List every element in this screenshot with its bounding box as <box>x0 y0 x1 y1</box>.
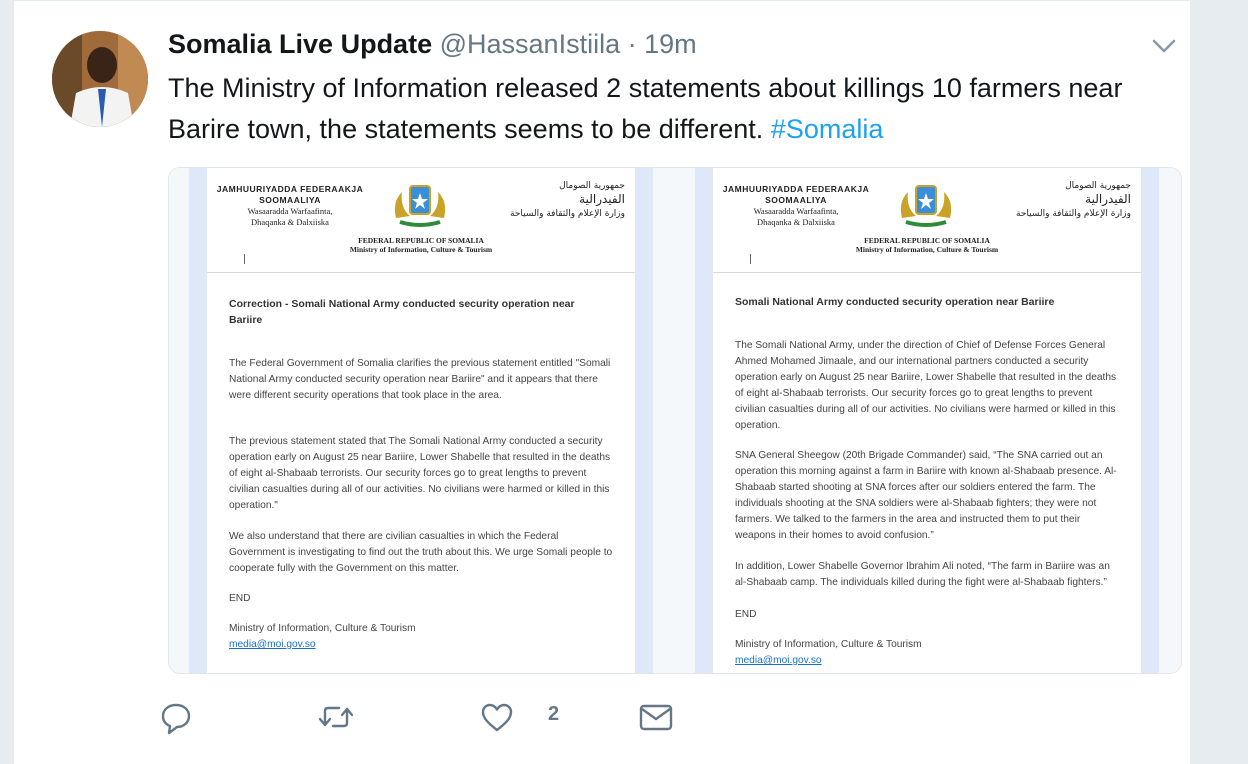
like-button[interactable] <box>480 697 514 737</box>
letterhead-line: Dhaqanka & Dalxiiska <box>251 217 329 227</box>
tweet-card[interactable]: Somalia Live Update @HassanIstiila · 19m… <box>14 0 1190 754</box>
heart-icon <box>480 697 514 737</box>
letterhead-line: FEDERAL REPUBLIC OF SOMALIA <box>864 236 990 245</box>
letterhead-line: جمهورية الصومال <box>559 181 625 191</box>
letterhead-line: Ministry of Information, Culture & Touri… <box>855 245 999 254</box>
retweet-icon <box>316 697 356 737</box>
avatar[interactable] <box>52 31 148 127</box>
letterhead-line: وزارة الإعلام والثقافة والسياحة <box>1016 209 1131 219</box>
doc-margin <box>189 168 207 673</box>
like-count: 2 <box>548 703 560 725</box>
tweet-body: The Ministry of Information released 2 s… <box>168 73 1123 144</box>
letterhead-arabic: جمهورية الصومال الفيدرالية وزارة الإعلام… <box>475 180 625 221</box>
envelope-icon <box>638 697 674 737</box>
statement-paragraph: The Somali National Army, under the dire… <box>735 340 1117 431</box>
letterhead-line: JAMHUURIYADDA FEDERAAKJA <box>216 184 364 194</box>
coat-of-arms-icon <box>896 180 956 230</box>
letterhead-somali: JAMHUURIYADDA FEDERAAKJA SOOMAALIYA Wasa… <box>215 184 365 228</box>
letterhead-line: جمهورية الصومال <box>1065 181 1131 191</box>
statement-title: Somali National Army conducted security … <box>735 296 1055 308</box>
tweet-actions: 2 <box>14 697 1190 737</box>
letterhead-line: الفيدرالية <box>579 192 625 206</box>
direct-message-button[interactable] <box>638 697 674 737</box>
letterhead-line: SOOMAALIYA <box>765 195 827 205</box>
letterhead-english: FEDERAL REPUBLIC OF SOMALIA Ministry of … <box>207 236 635 254</box>
reply-icon <box>160 697 192 737</box>
letterhead-line: Wasaaradda Warfaafinta, <box>247 206 333 216</box>
next-tweet-edge <box>14 753 1190 764</box>
chevron-down-icon[interactable] <box>1150 35 1178 57</box>
media-grid: JAMHUURIYADDA FEDERAAKJA SOOMAALIYA Wasa… <box>168 167 1182 674</box>
letterhead-line: JAMHUURIYADDA FEDERAAKJA <box>722 184 870 194</box>
retweet-button[interactable] <box>316 697 356 737</box>
tweet-header: Somalia Live Update @HassanIstiila · 19m <box>168 29 697 60</box>
doc-margin <box>695 168 713 673</box>
doc-margin <box>1141 168 1159 673</box>
author-name[interactable]: Somalia Live Update <box>168 29 432 59</box>
media-image-left[interactable]: JAMHUURIYADDA FEDERAAKJA SOOMAALIYA Wasa… <box>169 168 676 673</box>
timestamp[interactable]: 19m <box>644 29 697 59</box>
statement-document: JAMHUURIYADDA FEDERAAKJA SOOMAALIYA Wasa… <box>207 168 635 673</box>
reply-button[interactable] <box>160 697 192 737</box>
doc-margin <box>635 168 653 673</box>
letterhead-somali: JAMHUURIYADDA FEDERAAKJA SOOMAALIYA Wasa… <box>721 184 871 228</box>
hashtag-link[interactable]: #Somalia <box>771 114 884 144</box>
email-link[interactable]: media@moi.gov.so <box>735 653 822 669</box>
letterhead-line: الفيدرالية <box>1085 192 1131 206</box>
statement-end: END <box>229 593 251 604</box>
statement-title: Correction - Somali National Army conduc… <box>229 298 575 326</box>
statement-signature: Ministry of Information, Culture & Touri… <box>229 623 416 634</box>
letterhead-line: SOOMAALIYA <box>259 195 321 205</box>
statement-signature: Ministry of Information, Culture & Touri… <box>735 639 922 650</box>
letterhead: JAMHUURIYADDA FEDERAAKJA SOOMAALIYA Wasa… <box>713 168 1141 273</box>
letterhead-line: Dhaqanka & Dalxiiska <box>757 217 835 227</box>
author-handle[interactable]: @HassanIstiila <box>440 29 620 59</box>
header-separator: · <box>627 29 637 59</box>
statement-paragraph: We also understand that there are civili… <box>229 531 613 574</box>
statement-end: END <box>735 609 757 620</box>
coat-of-arms-icon <box>390 180 450 230</box>
statement-paragraph: The Federal Government of Somalia clarif… <box>229 358 611 401</box>
statement-paragraph: SNA General Sheegow (20th Brigade Comman… <box>735 450 1117 541</box>
letterhead-line: Wasaaradda Warfaafinta, <box>753 206 839 216</box>
statement-document: JAMHUURIYADDA FEDERAAKJA SOOMAALIYA Wasa… <box>713 168 1141 673</box>
letterhead: JAMHUURIYADDA FEDERAAKJA SOOMAALIYA Wasa… <box>207 168 635 273</box>
letterhead-english: FEDERAL REPUBLIC OF SOMALIA Ministry of … <box>713 236 1141 254</box>
email-link[interactable]: media@moi.gov.so <box>229 637 316 653</box>
letterhead-arabic: جمهورية الصومال الفيدرالية وزارة الإعلام… <box>981 180 1131 221</box>
text-cursor <box>750 254 751 264</box>
statement-paragraph: The previous statement stated that The S… <box>229 436 611 511</box>
letterhead-line: وزارة الإعلام والثقافة والسياحة <box>510 209 625 219</box>
media-image-right[interactable]: JAMHUURIYADDA FEDERAAKJA SOOMAALIYA Wasa… <box>675 168 1181 673</box>
letterhead-line: FEDERAL REPUBLIC OF SOMALIA <box>358 236 484 245</box>
tweet-text: The Ministry of Information released 2 s… <box>168 68 1178 150</box>
statement-paragraph: In addition, Lower Shabelle Governor Ibr… <box>735 561 1110 588</box>
text-cursor <box>244 254 245 264</box>
letterhead-line: Ministry of Information, Culture & Touri… <box>349 245 493 254</box>
